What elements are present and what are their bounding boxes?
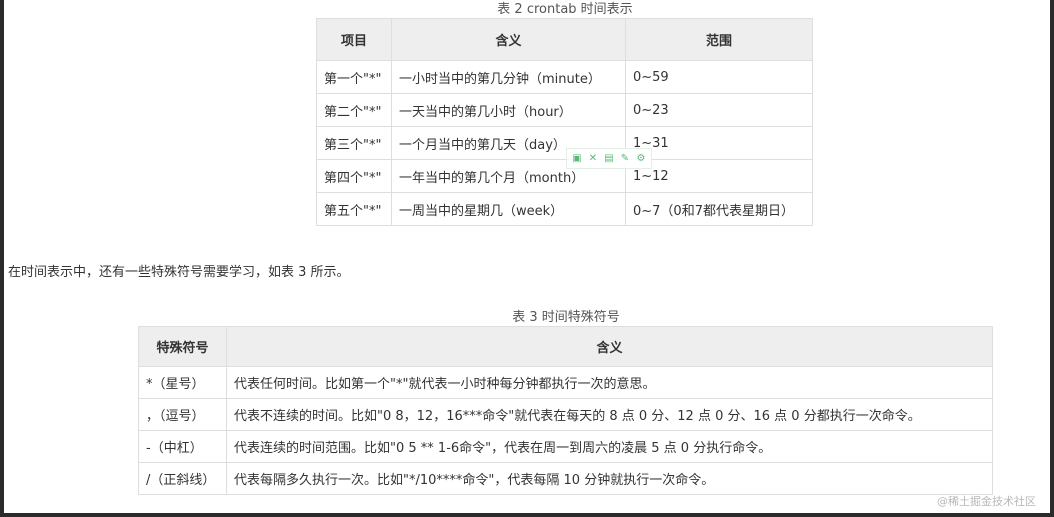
table-header-row: 项目 含义 范围	[316, 18, 813, 61]
table-cell: 代表每隔多久执行一次。比如"*/10****命令"，代表每隔 10 分钟就执行一…	[226, 462, 993, 495]
table-cell: /（正斜线）	[138, 462, 227, 495]
table-row: 第三个"*" 一个月当中的第几天（day） 1~31	[316, 126, 813, 160]
table-row: 第一个"*" 一小时当中的第几分钟（minute） 0~59	[316, 60, 813, 94]
header-range: 范围	[625, 18, 813, 61]
window-frame-right	[1050, 0, 1054, 517]
image-icon[interactable]: ▣	[571, 153, 583, 165]
table-row: 第四个"*" 一年当中的第几个月（month） 1~12	[316, 159, 813, 193]
table-row: *（星号） 代表任何时间。比如第一个"*"就代表一小时种每分钟都执行一次的意思。	[138, 366, 993, 399]
watermark: @稀土掘金技术社区	[937, 495, 1036, 508]
header-symbol: 特殊符号	[138, 326, 227, 367]
table-cell: 代表不连续的时间。比如"0 8，12，16***命令"就代表在每天的 8 点 0…	[226, 398, 993, 431]
table-cell: -（中杠）	[138, 430, 227, 463]
table-cell: 0~23	[625, 93, 813, 127]
table-row: 第五个"*" 一周当中的星期几（week） 0~7（0和7都代表星期日）	[316, 192, 813, 226]
table-cell: ，（逗号）	[138, 398, 227, 431]
settings-icon[interactable]: ⚙	[635, 153, 647, 165]
table-cell: 一小时当中的第几分钟（minute）	[391, 60, 626, 94]
header-meaning: 含义	[226, 326, 993, 367]
edit-icon[interactable]: ✎	[619, 153, 631, 165]
table-cell: 一周当中的星期几（week）	[391, 192, 626, 226]
special-symbols-table: 特殊符号 含义 *（星号） 代表任何时间。比如第一个"*"就代表一小时种每分钟都…	[138, 326, 993, 495]
table-cell: 一天当中的第几小时（hour）	[391, 93, 626, 127]
table-header-row: 特殊符号 含义	[138, 326, 993, 367]
table-row: -（中杠） 代表连续的时间范围。比如"0 5 ** 1-6命令"，代表在周一到周…	[138, 430, 993, 463]
image-hover-toolbar: ▣ ✕ ▤ ✎ ⚙	[566, 148, 652, 169]
table-cell: 1~31	[625, 126, 813, 160]
table-row: ，（逗号） 代表不连续的时间。比如"0 8，12，16***命令"就代表在每天的…	[138, 398, 993, 431]
table-cell: 0~7（0和7都代表星期日）	[625, 192, 813, 226]
table-cell: 第五个"*"	[316, 192, 392, 226]
table-cell: 代表任何时间。比如第一个"*"就代表一小时种每分钟都执行一次的意思。	[226, 366, 993, 399]
copy-icon[interactable]: ▤	[603, 153, 615, 165]
table-cell: 第一个"*"	[316, 60, 392, 94]
crontab-time-table: 项目 含义 范围 第一个"*" 一小时当中的第几分钟（minute） 0~59 …	[316, 18, 813, 226]
window-frame-bottom	[0, 513, 1054, 517]
table-cell: 1~12	[625, 159, 813, 193]
table-cell: 第二个"*"	[316, 93, 392, 127]
expand-icon[interactable]: ✕	[587, 153, 599, 165]
table-cell: 第四个"*"	[316, 159, 392, 193]
table-cell: 代表连续的时间范围。比如"0 5 ** 1-6命令"，代表在周一到周六的凌晨 5…	[226, 430, 993, 463]
header-meaning: 含义	[391, 18, 626, 61]
table-row: /（正斜线） 代表每隔多久执行一次。比如"*/10****命令"，代表每隔 10…	[138, 462, 993, 495]
header-item: 项目	[316, 18, 392, 61]
table-cell: *（星号）	[138, 366, 227, 399]
table-cell: 第三个"*"	[316, 126, 392, 160]
table-cell: 0~59	[625, 60, 813, 94]
table-row: 第二个"*" 一天当中的第几小时（hour） 0~23	[316, 93, 813, 127]
table2-caption: 表 2 crontab 时间表示	[497, 2, 633, 17]
table3-caption: 表 3 时间特殊符号	[512, 310, 620, 325]
window-frame-left	[0, 0, 4, 517]
body-paragraph: 在时间表示中，还有一些特殊符号需要学习，如表 3 所示。	[8, 265, 350, 280]
